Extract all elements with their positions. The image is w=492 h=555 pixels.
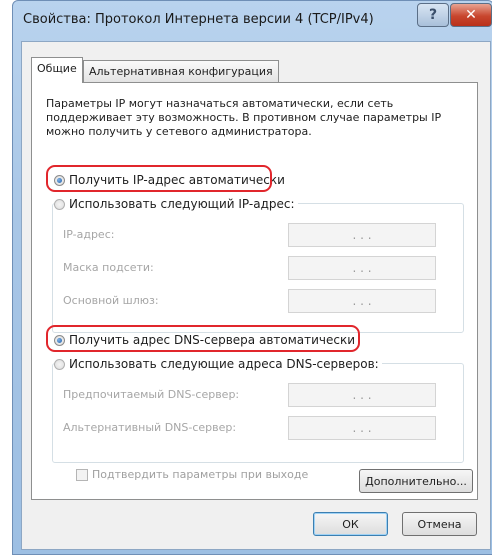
preferred-dns-label: Предпочитаемый DNS-сервер: (63, 388, 240, 401)
default-gateway-input: . . . (288, 289, 436, 313)
radio-dns-manual[interactable]: Использовать следующие адреса DNS-сервер… (54, 357, 382, 371)
description-text: Параметры IP могут назначаться автоматич… (46, 97, 442, 138)
alternate-dns-label: Альтернативный DNS-сервер: (63, 421, 237, 434)
subnet-mask-label: Маска подсети: (63, 261, 154, 274)
radio-dns-manual-indicator[interactable] (54, 358, 65, 370)
dns-manual-group (52, 363, 464, 463)
highlight-ip-auto (46, 165, 272, 192)
close-button[interactable]: ✕ (450, 3, 492, 27)
validate-on-exit-checkbox[interactable] (76, 468, 88, 481)
cancel-button[interactable]: Отмена (402, 512, 477, 536)
radio-ip-manual[interactable]: Использовать следующий IP-адрес: (54, 197, 298, 211)
subnet-mask-input: . . . (288, 256, 436, 280)
ip-address-label: IP-адрес: (63, 228, 115, 241)
validate-on-exit-label: Подтвердить параметры при выходе (92, 468, 309, 481)
advanced-button[interactable]: Дополнительно... (359, 469, 473, 493)
alternate-dns-input: . . . (288, 416, 436, 440)
dialog-window: Свойства: Протокол Интернета версии 4 (T… (12, 0, 492, 555)
title-bar[interactable]: Свойства: Протокол Интернета версии 4 (T… (13, 1, 492, 39)
tab-general[interactable]: Общие (31, 57, 83, 83)
radio-dns-manual-label: Использовать следующие адреса DNS-сервер… (69, 357, 379, 371)
radio-ip-manual-indicator[interactable] (54, 198, 65, 210)
default-gateway-label: Основной шлюз: (63, 294, 159, 307)
validate-on-exit[interactable]: Подтвердить параметры при выходе (76, 468, 308, 481)
highlight-dns-auto (46, 325, 360, 352)
close-icon: ✕ (465, 7, 477, 23)
tab-alternate-config[interactable]: Альтернативная конфигурация (83, 60, 279, 82)
dialog-client-area: Общие Альтернативная конфигурация Параме… (21, 41, 491, 550)
ok-button[interactable]: ОК (313, 512, 388, 536)
ip-address-input: . . . (288, 223, 436, 247)
help-button[interactable]: ? (417, 3, 449, 27)
window-title: Свойства: Протокол Интернета версии 4 (T… (23, 12, 374, 27)
general-tab-panel: Параметры IP могут назначаться автоматич… (31, 82, 478, 500)
radio-ip-manual-label: Использовать следующий IP-адрес: (69, 197, 295, 211)
preferred-dns-input: . . . (288, 383, 436, 407)
help-icon: ? (428, 7, 438, 23)
